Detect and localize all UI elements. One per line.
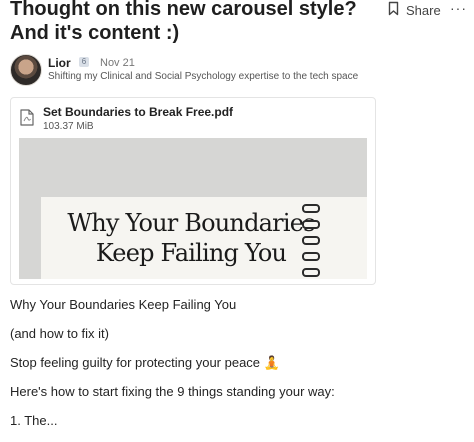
pdf-file-icon (20, 109, 34, 131)
author-badge: 6 (79, 57, 89, 67)
binder-ring (302, 204, 320, 213)
attachment-file-name[interactable]: Set Boundaries to Break Free.pdf (43, 105, 233, 119)
share-label[interactable]: Share (406, 3, 441, 18)
body-paragraph: 1. The... (10, 413, 58, 428)
post-date: Nov 21 (100, 57, 135, 69)
binder-ring (302, 252, 320, 261)
preview-heading-line-1: Why Your Boundaries (67, 209, 315, 237)
attachment-file-size: 103.37 MiB (43, 121, 94, 132)
binder-ring (302, 236, 320, 245)
body-paragraph: Stop feeling guilty for protecting your … (10, 355, 280, 370)
preview-heading-line-2: Keep Failing You (95, 239, 287, 267)
post-title: Thought on this new carousel style? And … (10, 0, 357, 44)
bookmark-icon[interactable] (388, 1, 399, 19)
binder-ring (302, 220, 320, 229)
body-paragraph: (and how to fix it) (10, 326, 109, 341)
author-name[interactable]: Lior (48, 56, 71, 70)
avatar[interactable] (10, 54, 42, 86)
pdf-preview-image[interactable]: Why Your Boundaries Keep Failing You (19, 138, 367, 279)
binder-ring (302, 268, 320, 277)
more-options-icon[interactable]: ··· (450, 0, 467, 16)
share-button[interactable]: Share (388, 0, 441, 20)
pdf-attachment-card[interactable]: Set Boundaries to Break Free.pdf 103.37 … (10, 97, 376, 285)
body-paragraph: Why Your Boundaries Keep Failing You (10, 297, 237, 312)
author-bio: Shifting my Clinical and Social Psycholo… (48, 71, 359, 82)
body-paragraph: Here's how to start fixing the 9 things … (10, 384, 335, 399)
